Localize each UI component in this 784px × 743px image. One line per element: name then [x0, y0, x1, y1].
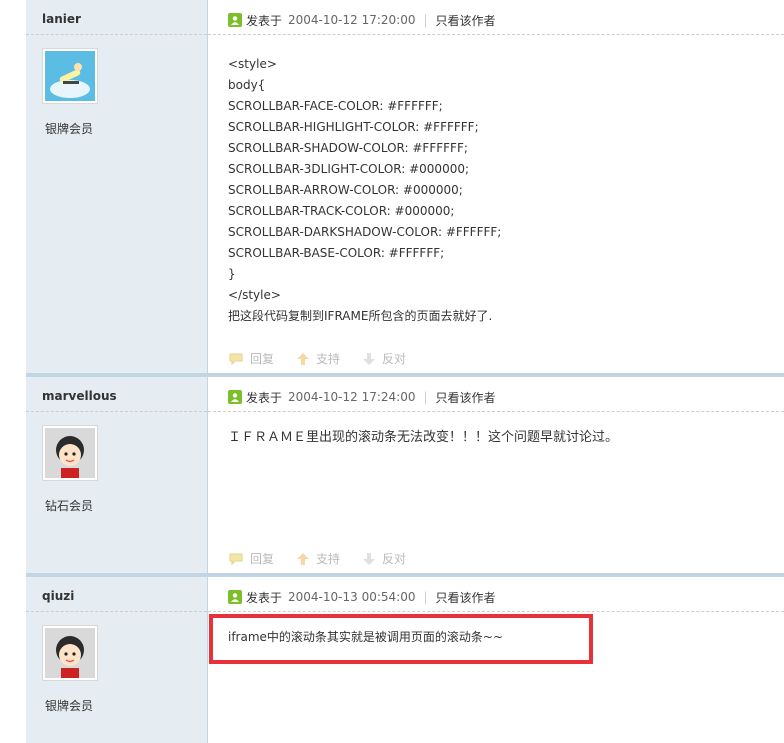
member-rank: 银牌会员: [45, 122, 94, 136]
posted-label: 发表于: [246, 390, 283, 405]
content-line: ＩＦＲＡＭＥ里出现的滚动条无法改变！！！这个问题早就讨论过。: [228, 430, 619, 445]
skateboarder-avatar-icon[interactable]: [42, 48, 98, 104]
oppose-label: 反对: [382, 352, 407, 366]
post-content: ＩＦＲＡＭＥ里出现的滚动条无法改变！！！这个问题早就讨论过。: [228, 427, 764, 448]
post-meta: 发表于 2004-10-12 17:24:00 | 只看该作者: [228, 388, 496, 406]
post-actions: 回复 支持 反对: [228, 350, 428, 367]
reply-label: 回复: [250, 352, 275, 366]
reply-button[interactable]: 回复: [228, 350, 274, 367]
divider: [26, 411, 207, 412]
only-author-link[interactable]: 只看该作者: [436, 589, 496, 606]
content-line: SCROLLBAR-TRACK-COLOR: #000000;: [228, 204, 455, 218]
author-name-link[interactable]: lanier: [42, 12, 81, 26]
cartoon-kid-avatar-icon[interactable]: [42, 625, 98, 681]
post-2: marvellous 钻石会员 发表于 2004-10-12 17:24:00 …: [26, 373, 784, 577]
content-line: body{: [228, 78, 266, 92]
post-body: 发表于 2004-10-12 17:24:00 | 只看该作者 ＩＦＲＡＭＥ里出…: [208, 377, 784, 577]
post-body: 发表于 2004-10-12 17:20:00 | 只看该作者 <style> …: [208, 0, 784, 377]
thumb-up-icon: [297, 552, 310, 565]
posted-label: 发表于: [246, 590, 283, 605]
page-left-gutter: [0, 0, 26, 739]
meta-separator: |: [423, 13, 428, 27]
avatar-image: [45, 51, 95, 101]
oppose-button[interactable]: 反对: [362, 350, 406, 367]
support-button[interactable]: 支持: [296, 550, 340, 567]
only-author-link[interactable]: 只看该作者: [436, 389, 496, 406]
oppose-button[interactable]: 反对: [362, 550, 406, 567]
author-name-link[interactable]: qiuzi: [42, 589, 74, 603]
post-time: 2004-10-12 17:20:00: [288, 13, 416, 27]
reply-button[interactable]: 回复: [228, 550, 274, 567]
post-meta: 发表于 2004-10-12 17:20:00 | 只看该作者: [228, 11, 496, 29]
user-post-icon: [228, 390, 242, 404]
content-line: SCROLLBAR-BASE-COLOR: #FFFFFF;: [228, 246, 445, 260]
divider: [208, 611, 784, 612]
thumb-down-icon: [363, 552, 376, 565]
support-label: 支持: [316, 552, 341, 566]
reply-icon: [229, 553, 243, 565]
only-author-link[interactable]: 只看该作者: [436, 12, 496, 29]
content-line: 把这段代码复制到IFRAME所包含的页面去就好了.: [228, 309, 493, 323]
content-line: SCROLLBAR-SHADOW-COLOR: #FFFFFF;: [228, 141, 468, 155]
post-author-panel: qiuzi 银牌会员: [26, 577, 208, 743]
cartoon-kid-avatar-icon[interactable]: [42, 425, 98, 481]
post-time: 2004-10-12 17:24:00: [288, 390, 416, 404]
user-post-icon: [228, 13, 242, 27]
support-label: 支持: [316, 352, 341, 366]
meta-separator: |: [423, 390, 428, 404]
content-line: SCROLLBAR-FACE-COLOR: #FFFFFF;: [228, 99, 443, 113]
divider: [26, 611, 207, 612]
divider: [208, 34, 784, 35]
post-actions: 回复 支持 反对: [228, 550, 428, 567]
avatar-image: [45, 628, 95, 678]
content-line: </style>: [228, 288, 281, 302]
avatar-image: [45, 428, 95, 478]
post-meta: 发表于 2004-10-13 00:54:00 | 只看该作者: [228, 588, 496, 606]
thumb-down-icon: [363, 352, 376, 365]
post-author-panel: marvellous 钻石会员: [26, 377, 208, 577]
highlight-annotation-box: [209, 614, 593, 664]
user-post-icon: [228, 590, 242, 604]
reply-icon: [229, 353, 243, 365]
content-line: SCROLLBAR-HIGHLIGHT-COLOR: #FFFFFF;: [228, 120, 479, 134]
content-line: <style>: [228, 57, 277, 71]
reply-label: 回复: [250, 552, 275, 566]
post-content: <style> body{ SCROLLBAR-FACE-COLOR: #FFF…: [228, 54, 764, 327]
content-line: SCROLLBAR-DARKSHADOW-COLOR: #FFFFFF;: [228, 225, 502, 239]
post-author-panel: lanier 银牌会员: [26, 0, 208, 377]
content-line: SCROLLBAR-ARROW-COLOR: #000000;: [228, 183, 463, 197]
divider: [26, 34, 207, 35]
member-rank: 银牌会员: [45, 699, 94, 713]
content-line: SCROLLBAR-3DLIGHT-COLOR: #000000;: [228, 162, 470, 176]
posted-label: 发表于: [246, 13, 283, 28]
support-button[interactable]: 支持: [296, 350, 340, 367]
divider: [208, 411, 784, 412]
oppose-label: 反对: [382, 552, 407, 566]
member-rank: 钻石会员: [45, 499, 94, 513]
author-name-link[interactable]: marvellous: [42, 389, 117, 403]
post-time: 2004-10-13 00:54:00: [288, 590, 416, 604]
content-line: }: [228, 267, 236, 281]
thumb-up-icon: [297, 352, 310, 365]
meta-separator: |: [423, 590, 428, 604]
post-1: lanier 银牌会员 发表于 2004-10-12 17:20:00 | 只看…: [26, 0, 784, 377]
